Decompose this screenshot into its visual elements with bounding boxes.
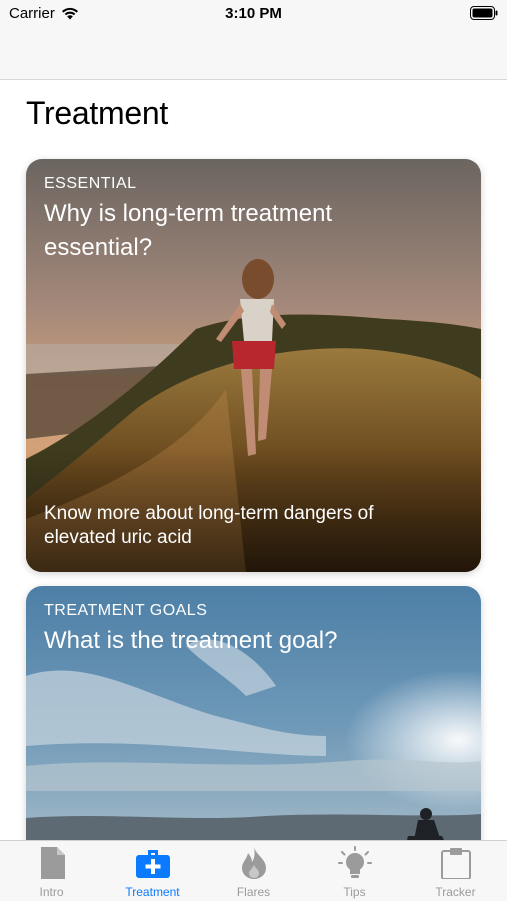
tab-label: Tracker <box>435 885 476 899</box>
article-card-essential[interactable]: ESSENTIAL Why is long-term treatment ess… <box>26 159 481 572</box>
tab-label: Intro <box>39 885 64 899</box>
card-headline: What is the treatment goal? <box>44 627 338 654</box>
battery-icon <box>470 6 498 24</box>
flame-icon <box>241 847 266 879</box>
card-category: TREATMENT GOALS <box>44 602 208 619</box>
tab-label: Flares <box>236 885 271 899</box>
tab-label: Treatment <box>125 885 180 899</box>
navigation-bar <box>0 30 507 80</box>
tab-tracker[interactable]: Tracker <box>405 841 506 901</box>
tab-tips[interactable]: Tips <box>304 841 405 901</box>
clipboard-icon <box>440 848 471 879</box>
card-category: ESSENTIAL <box>44 175 137 192</box>
article-card-treatment-goals[interactable]: TREATMENT GOALS What is the treatment go… <box>26 586 481 866</box>
tab-label: Tips <box>343 885 366 899</box>
page-title: Treatment <box>26 95 168 131</box>
document-icon <box>40 847 65 879</box>
clock: 3:10 PM <box>225 5 282 22</box>
card-headline: Why is long-term treatment essential? <box>44 200 333 261</box>
medical-kit-icon <box>135 850 170 878</box>
status-bar: Carrier 3:10 PM <box>0 0 507 30</box>
tab-flares[interactable]: Flares <box>203 841 304 901</box>
card-description: Know more about long-term dangers of ele… <box>44 503 374 548</box>
tab-bar: Intro Treatment Flares Tips Tracker <box>0 840 507 901</box>
lightbulb-icon <box>337 846 372 878</box>
tab-intro[interactable]: Intro <box>1 841 102 901</box>
tab-treatment[interactable]: Treatment <box>102 841 203 901</box>
